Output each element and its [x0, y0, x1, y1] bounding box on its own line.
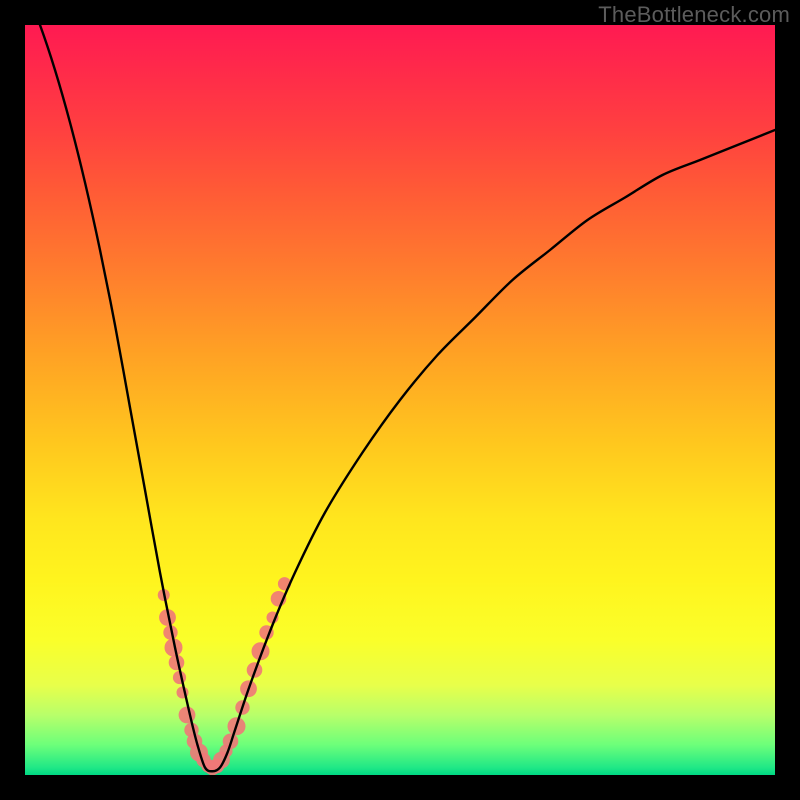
chart-frame: TheBottleneck.com — [0, 0, 800, 800]
data-marker — [179, 707, 196, 724]
marker-group — [158, 577, 291, 775]
plot-area — [25, 25, 775, 775]
bottleneck-curve — [25, 25, 775, 771]
curve-svg — [25, 25, 775, 775]
